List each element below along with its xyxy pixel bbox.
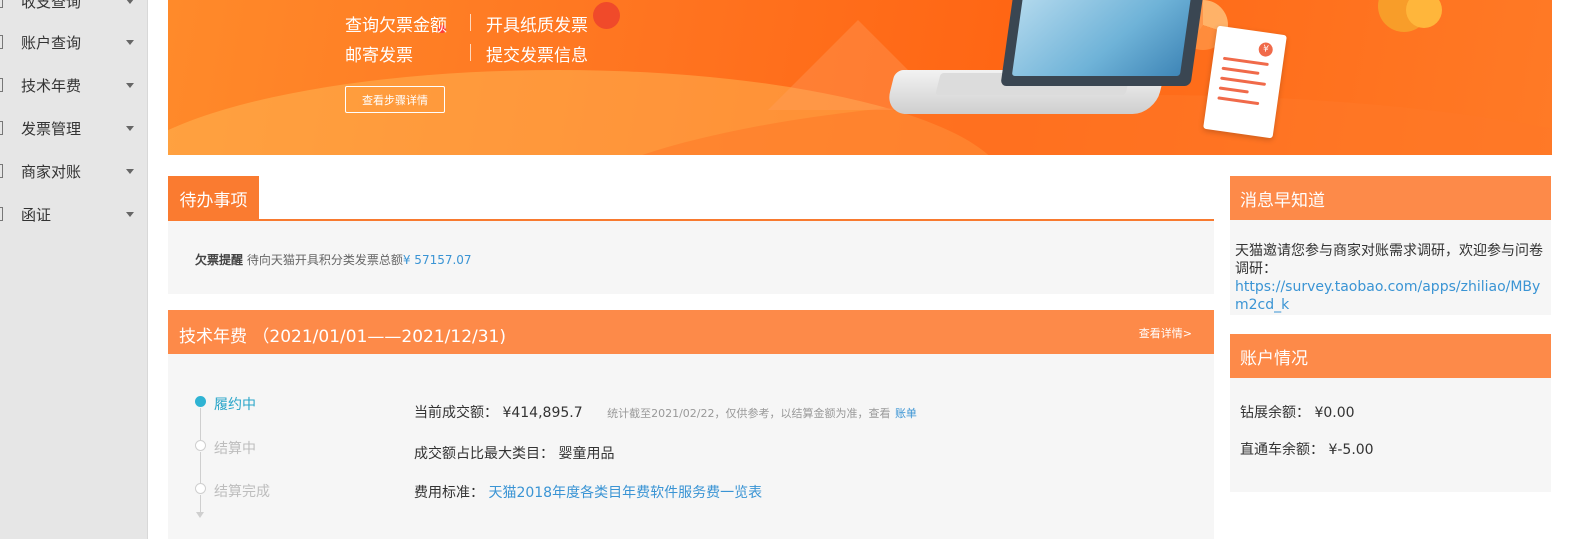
zuanzhan-balance-label: 钻展余额： [1240, 405, 1310, 421]
menu-icon [0, 121, 3, 135]
reminder-label: 欠票提醒 [195, 253, 244, 267]
receipt-line [1217, 96, 1260, 106]
banner-step-text: 提交发票信息 [486, 46, 588, 66]
receipt-icon: ¥ [1203, 25, 1287, 139]
tech-fee-title: 技术年费 （2021/01/01——2021/12/31) [179, 327, 507, 347]
news-text: 天猫邀请您参与商家对账需求调研，欢迎参与问卷调研： [1235, 243, 1543, 277]
menu-icon [0, 164, 3, 178]
ztc-balance-label: 直通车余额： [1240, 442, 1324, 458]
receipt-line [1221, 66, 1260, 75]
sidebar-item-confirmation[interactable]: 函证 [0, 193, 148, 236]
reminder-amount[interactable]: ¥ 57157.07 [403, 253, 472, 267]
caret-down-icon [126, 169, 134, 174]
tab-todo[interactable]: 待办事项 [168, 176, 259, 221]
sidebar-item-label: 收支查询 [21, 0, 82, 11]
turnover-note: 统计截至2021/02/22，仅供参考，以结算金额为准，查看 [607, 407, 891, 420]
sidebar-item-label: 商家对账 [21, 163, 82, 181]
laptop-screen-illustration [1000, 0, 1206, 86]
view-details-link[interactable]: 查看详情> [1139, 325, 1192, 341]
invoice-reminder: 欠票提醒 待向天猫开具积分类发票总额¥ 57157.07 [195, 251, 472, 268]
step-label: 结算完成 [214, 484, 270, 500]
top-category-value: 婴童用品 [558, 446, 615, 462]
account-header: 账户情况 [1230, 334, 1551, 378]
sidebar-item-label: 技术年费 [21, 77, 82, 95]
account-title: 账户情况 [1240, 348, 1308, 369]
step-connector [200, 408, 201, 440]
news-title: 消息早知道 [1240, 190, 1325, 211]
ztc-balance-row: 直通车余额： ¥-5.00 [1240, 439, 1374, 459]
account-body: 钻展余额： ¥0.00 直通车余额： ¥-5.00 [1230, 378, 1551, 492]
fee-standard-label: 费用标准： [414, 485, 484, 501]
caret-down-icon [126, 40, 134, 45]
sidebar-item-tech-fee[interactable]: 技术年费 [0, 64, 148, 107]
sidebar-item-invoice[interactable]: 发票管理 [0, 107, 148, 150]
step-dot-active-icon [195, 396, 206, 407]
receipt-line [1222, 56, 1269, 67]
sidebar: 收支查询 账户查询 技术年费 发票管理 商家对账 函证 [0, 0, 148, 539]
current-turnover-label: 当前成交额： [414, 405, 498, 421]
banner-divider [470, 14, 471, 31]
step-dot-icon [195, 440, 206, 451]
zuanzhan-balance-value: ¥0.00 [1314, 405, 1355, 421]
current-turnover-value: ¥414,895.7 [502, 405, 583, 421]
top-category-label: 成交额占比最大类目： [414, 446, 554, 462]
menu-icon [0, 78, 3, 92]
yuan-icon: ¥ [1257, 41, 1274, 58]
sidebar-item-reconciliation[interactable]: 商家对账 [0, 150, 148, 193]
banner-step-text: 开具纸质发票 [486, 16, 588, 36]
sidebar-item-label: 账户查询 [21, 34, 82, 52]
step-connector [200, 495, 201, 513]
news-message: 天猫邀请您参与商家对账需求调研，欢迎参与问卷调研： https://survey… [1235, 242, 1547, 314]
survey-link[interactable]: https://survey.taobao.com/apps/zhiliao/M… [1235, 279, 1540, 313]
sidebar-item-label: 发票管理 [21, 120, 82, 138]
receipt-line [1218, 86, 1249, 94]
top-category-row: 成交额占比最大类目： 婴童用品 [414, 443, 614, 463]
receipt-line [1220, 76, 1267, 86]
news-header: 消息早知道 [1230, 176, 1551, 220]
ztc-balance-value: ¥-5.00 [1328, 442, 1374, 458]
reminder-text: 待向天猫开具积分类发票总额 [246, 253, 403, 267]
current-turnover-row: 当前成交额： ¥414,895.7 统计截至2021/02/22，仅供参考，以结… [414, 402, 917, 422]
todo-header: 待办事项 [168, 176, 1214, 221]
caret-down-icon [126, 126, 134, 131]
fee-standard-link[interactable]: 天猫2018年度各类目年费软件服务费一览表 [488, 485, 762, 501]
tech-fee-body: 履约中 结算中 结算完成 当前成交额： ¥414,895.7 统计截至2021/… [168, 354, 1214, 539]
caret-down-icon [126, 0, 134, 4]
sidebar-item-account-query[interactable]: 账户查询 [0, 21, 148, 64]
step-label: 履约中 [214, 397, 256, 413]
view-steps-button[interactable]: 查看步骤详情 [345, 86, 445, 113]
banner-dot-decoration [593, 2, 620, 29]
laptop-display-illustration [1011, 0, 1193, 76]
arrow-down-icon [196, 512, 204, 518]
fee-standard-row: 费用标准： 天猫2018年度各类目年费软件服务费一览表 [414, 482, 762, 502]
bill-link[interactable]: 账单 [895, 407, 917, 420]
sidebar-item-label: 函证 [21, 206, 52, 224]
banner-divider [470, 44, 471, 61]
step-connector [200, 452, 201, 484]
caret-down-icon [126, 212, 134, 217]
banner-step-text: 邮寄发票 [345, 46, 413, 66]
tech-fee-header: 技术年费 （2021/01/01——2021/12/31) 查看详情> [168, 310, 1214, 354]
step-dot-icon [195, 483, 206, 494]
menu-icon [0, 207, 3, 221]
menu-icon [0, 0, 3, 8]
todo-panel: 待办事项 欠票提醒 待向天猫开具积分类发票总额¥ 57157.07 [168, 176, 1214, 294]
caret-down-icon [126, 83, 134, 88]
zuanzhan-balance-row: 钻展余额： ¥0.00 [1240, 402, 1355, 422]
step-label: 结算中 [214, 441, 256, 457]
menu-icon [0, 35, 3, 49]
promo-banner: 查询欠票金额 开具纸质发票 邮寄发票 提交发票信息 查看步骤详情 ¥ [168, 0, 1552, 155]
banner-step-text: 查询欠票金额 [345, 16, 447, 36]
sidebar-item-income-query[interactable]: 收支查询 [0, 0, 148, 23]
news-body: 天猫邀请您参与商家对账需求调研，欢迎参与问卷调研： https://survey… [1230, 220, 1551, 315]
